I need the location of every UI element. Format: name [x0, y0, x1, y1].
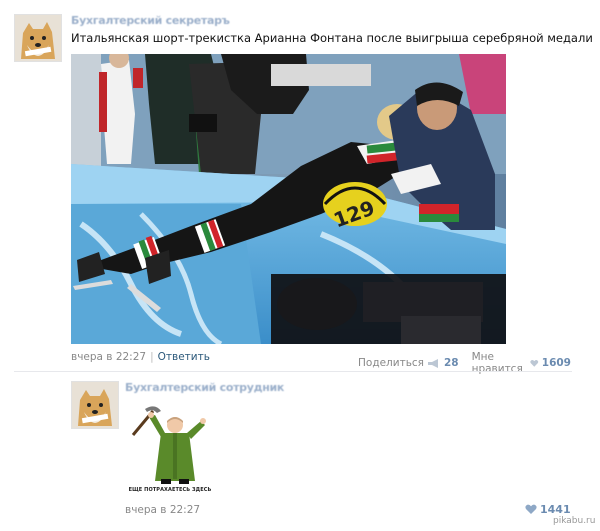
meta-separator: | — [150, 351, 154, 363]
comment-avatar[interactable] — [71, 381, 119, 429]
comment-author[interactable]: Бухгалтерский сотрудник — [125, 381, 284, 394]
sticker-caption: ЕЩЕ ПОТРАХАЕТЕСЬ ЗДЕСЬ — [128, 487, 212, 493]
heart-icon — [530, 359, 539, 367]
post-avatar[interactable] — [14, 14, 62, 62]
post-timestamp[interactable]: вчера в 22:27 — [71, 351, 146, 363]
comment-like-count: 1441 — [540, 503, 571, 516]
feed: Бухгалтерский секретаръ Итальянская шорт… — [0, 0, 600, 531]
post-author[interactable]: Бухгалтерский секретаръ — [71, 14, 230, 27]
share-label: Поделиться — [358, 357, 424, 369]
doge-icon — [15, 15, 61, 61]
reply-link[interactable]: Ответить — [158, 351, 210, 363]
megaphone-icon — [427, 358, 438, 368]
post-photo[interactable]: 129 — [71, 54, 506, 344]
post-text: Итальянская шорт-трекистка Арианна Фонта… — [71, 31, 593, 45]
doge-icon — [72, 382, 118, 428]
heart-icon — [525, 504, 537, 514]
comment-sticker: ЕЩЕ ПОТРАХАЕТЕСЬ ЗДЕСЬ — [125, 403, 215, 498]
man-with-pickaxe-sticker — [131, 406, 206, 484]
comment-like-button[interactable]: 1441 — [525, 503, 571, 516]
short-track-photo: 129 — [71, 54, 506, 344]
comment-timestamp[interactable]: вчера в 22:27 — [125, 504, 200, 516]
post-divider — [14, 371, 572, 372]
share-count: 28 — [443, 357, 459, 369]
like-count: 1609 — [541, 357, 571, 369]
watermark: pikabu.ru — [553, 516, 596, 526]
share-button[interactable]: Поделиться 28 — [358, 357, 459, 369]
post-meta: вчера в 22:27 | Ответить — [71, 351, 210, 363]
